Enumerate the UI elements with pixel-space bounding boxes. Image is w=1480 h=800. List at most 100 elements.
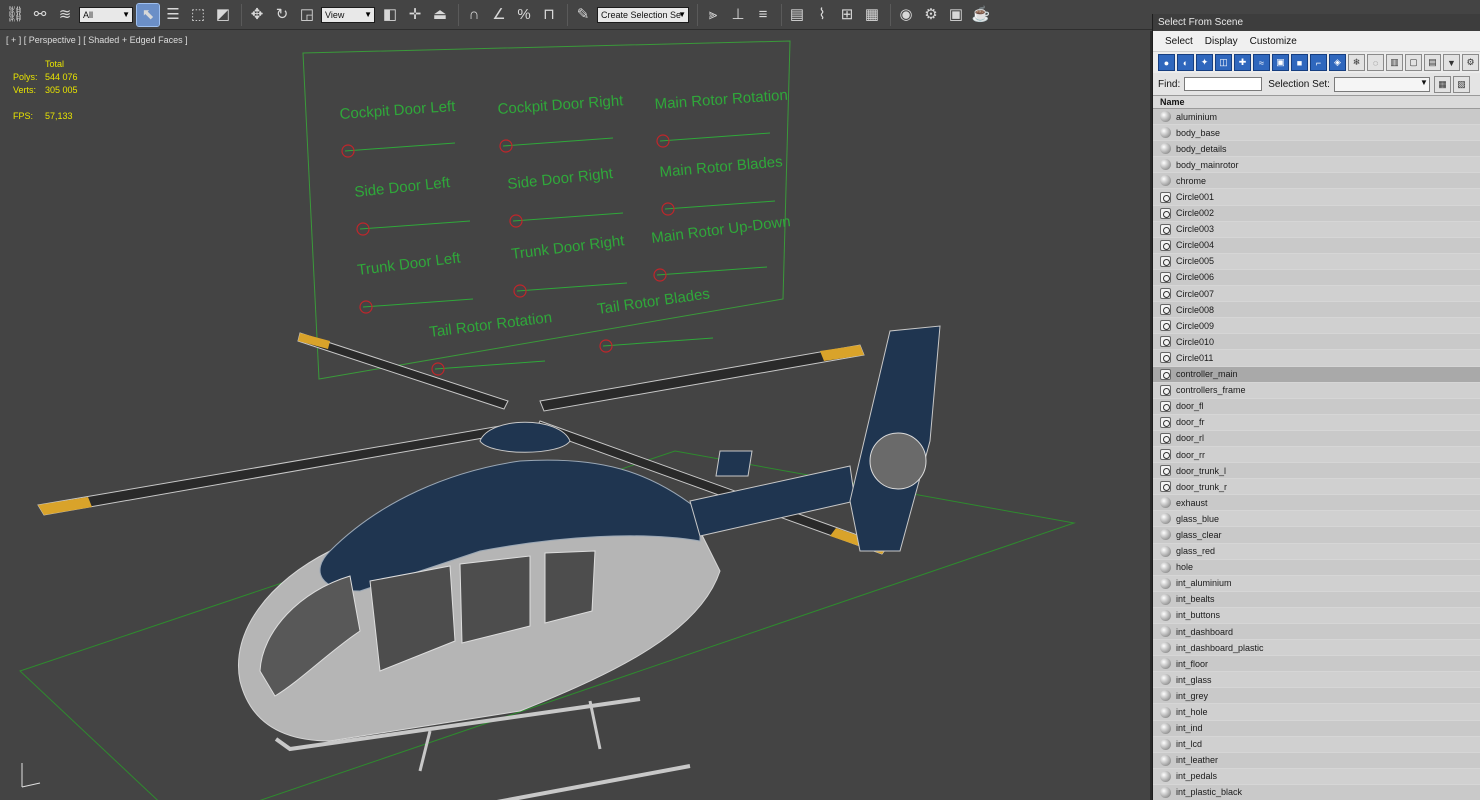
display-invert-icon[interactable]: ▤ [1424, 54, 1441, 71]
list-item[interactable]: Circle003 [1153, 221, 1480, 238]
list-item[interactable]: Circle005 [1153, 253, 1480, 270]
bind-space-warp-icon[interactable]: ≋ [54, 4, 76, 26]
display-containers-icon[interactable]: ◈ [1329, 54, 1346, 71]
selection-set-dropdown[interactable]: ▼ [1333, 76, 1430, 92]
list-item[interactable]: Circle004 [1153, 238, 1480, 254]
list-item[interactable]: int_ind [1153, 721, 1480, 737]
display-bones-icon[interactable]: ⌐ [1310, 54, 1327, 71]
render-icon[interactable]: ☕ [970, 4, 992, 26]
list-item[interactable]: glass_clear [1153, 527, 1480, 544]
display-cameras-icon[interactable]: ◫ [1215, 54, 1232, 71]
list-item[interactable]: body_details [1153, 141, 1480, 158]
layer-manager-icon[interactable]: ≡ [752, 4, 774, 26]
spinner-snap-icon[interactable]: ⊓ [538, 4, 560, 26]
list-item[interactable]: int_lcd [1153, 736, 1480, 753]
display-lights-icon[interactable]: ✦ [1196, 54, 1213, 71]
perspective-viewport[interactable]: Cockpit Door Left Cockpit Door Right Main … [0, 31, 1152, 800]
align-icon[interactable]: ⊥ [727, 4, 749, 26]
list-item[interactable]: int_aluminium [1153, 575, 1480, 592]
selection-filter-dropdown[interactable]: All ▼ [79, 6, 133, 23]
list-item[interactable]: Circle006 [1153, 270, 1480, 287]
list-item[interactable]: hole [1153, 560, 1480, 576]
display-groups-icon[interactable]: ▣ [1272, 54, 1289, 71]
rect-select-icon[interactable]: ⬚ [187, 4, 209, 26]
pivot-icon[interactable]: ◧ [379, 4, 401, 26]
display-none-icon[interactable]: ▢ [1405, 54, 1422, 71]
list-item[interactable]: int_pedals [1153, 768, 1480, 785]
list-item[interactable]: exhaust [1153, 495, 1480, 512]
select-icon[interactable]: ⬉ [136, 2, 160, 27]
rotate-icon[interactable]: ↻ [271, 4, 293, 26]
schematic-icon[interactable]: ⊞ [836, 4, 858, 26]
reference-coordinate-dropdown[interactable]: View ▼ [321, 6, 375, 23]
dialog-title[interactable]: Select From Scene [1153, 14, 1480, 31]
list-item[interactable]: Circle009 [1153, 318, 1480, 335]
unlink-icon[interactable]: ⚯ [29, 4, 51, 26]
menu-customize[interactable]: Customize [1250, 36, 1297, 47]
render-setup-icon[interactable]: ⚙ [920, 4, 942, 26]
list-item[interactable]: Circle010 [1153, 334, 1480, 351]
filter-icon[interactable]: ▼ [1443, 54, 1460, 71]
display-frozen-icon[interactable]: ❄ [1348, 54, 1365, 71]
list-item[interactable]: aluminium [1153, 109, 1480, 126]
display-helpers-icon[interactable]: ✚ [1234, 54, 1251, 71]
list-item[interactable]: glass_red [1153, 543, 1480, 560]
link-icon[interactable]: ⛓ [4, 4, 26, 26]
curve-editor-icon[interactable]: ⌇ [811, 4, 833, 26]
display-shapes-icon[interactable]: ◐ [1177, 54, 1194, 71]
column-header-name[interactable]: Name [1153, 95, 1480, 109]
list-item[interactable]: int_buttons [1153, 607, 1480, 624]
display-space-warps-icon[interactable]: ≈ [1253, 54, 1270, 71]
list-item[interactable]: Circle002 [1153, 206, 1480, 222]
list-item[interactable]: door_rl [1153, 431, 1480, 447]
graphite-icon[interactable]: ▤ [786, 4, 808, 26]
list-item[interactable]: body_base [1153, 125, 1480, 142]
mirror-icon[interactable]: ⫸ [702, 4, 724, 26]
select-and-manipulate-icon[interactable]: ✛ [404, 4, 426, 26]
list-item[interactable]: Circle001 [1153, 189, 1480, 206]
material-editor-icon[interactable]: ◉ [895, 4, 917, 26]
list-item[interactable]: controllers_frame [1153, 382, 1480, 399]
list-item[interactable]: Circle007 [1153, 286, 1480, 303]
edit-named-selection-icon[interactable]: ✎ [572, 4, 594, 26]
find-input[interactable] [1184, 77, 1263, 91]
list-item[interactable]: int_grey [1153, 688, 1480, 705]
list-item[interactable]: int_bealts [1153, 592, 1480, 608]
list-item[interactable]: int_dashboard_plastic [1153, 640, 1480, 657]
keyboard-shortcut-override-icon[interactable]: ⏏ [429, 4, 451, 26]
display-all-icon[interactable]: ▥ [1386, 54, 1403, 71]
list-item[interactable]: Circle011 [1153, 350, 1480, 367]
scale-icon[interactable]: ◲ [296, 4, 318, 26]
list-item[interactable]: int_hole [1153, 704, 1480, 721]
list-item[interactable]: glass_blue [1153, 511, 1480, 528]
display-hidden-icon[interactable]: ◌ [1367, 54, 1384, 71]
list-item[interactable]: int_dashboard [1153, 624, 1480, 641]
list-item[interactable]: door_fl [1153, 399, 1480, 415]
list-item[interactable]: door_fr [1153, 414, 1480, 431]
list-item[interactable]: Circle008 [1153, 302, 1480, 319]
remove-selection-set-icon[interactable]: ▧ [1452, 75, 1470, 93]
percent-snap-icon[interactable]: % [513, 4, 535, 26]
list-item[interactable]: body_mainrotor [1153, 157, 1480, 174]
list-item[interactable]: int_plastic_black [1153, 785, 1480, 800]
rendered-frame-icon[interactable]: ▣ [945, 4, 967, 26]
move-icon[interactable]: ✥ [246, 4, 268, 26]
list-item[interactable]: int_glass [1153, 672, 1480, 689]
list-item[interactable]: door_trunk_r [1153, 479, 1480, 496]
list-item[interactable]: door_rr [1153, 446, 1480, 464]
list-item[interactable]: controller_main [1153, 366, 1480, 383]
menu-display[interactable]: Display [1205, 36, 1238, 47]
window-crossing-icon[interactable]: ◩ [212, 4, 234, 26]
list-item[interactable]: int_leather [1153, 753, 1480, 769]
list-item[interactable]: int_floor [1153, 656, 1480, 673]
dope-sheet-icon[interactable]: ▦ [861, 4, 883, 26]
create-selection-set-icon[interactable]: ▦ [1433, 75, 1451, 93]
named-selection-set-dropdown[interactable]: Create Selection Se ▼ [597, 6, 689, 23]
display-geometry-icon[interactable]: ● [1158, 54, 1175, 71]
menu-select[interactable]: Select [1165, 36, 1193, 47]
viewport-label[interactable]: [ + ] [ Perspective ] [ Shaded + Edged F… [6, 35, 188, 45]
snap-icon[interactable]: ∩ [463, 4, 485, 26]
select-by-name-icon[interactable]: ☰ [162, 4, 184, 26]
display-xrefs-icon[interactable]: ■ [1291, 54, 1308, 71]
list-item[interactable]: door_trunk_l [1153, 463, 1480, 480]
